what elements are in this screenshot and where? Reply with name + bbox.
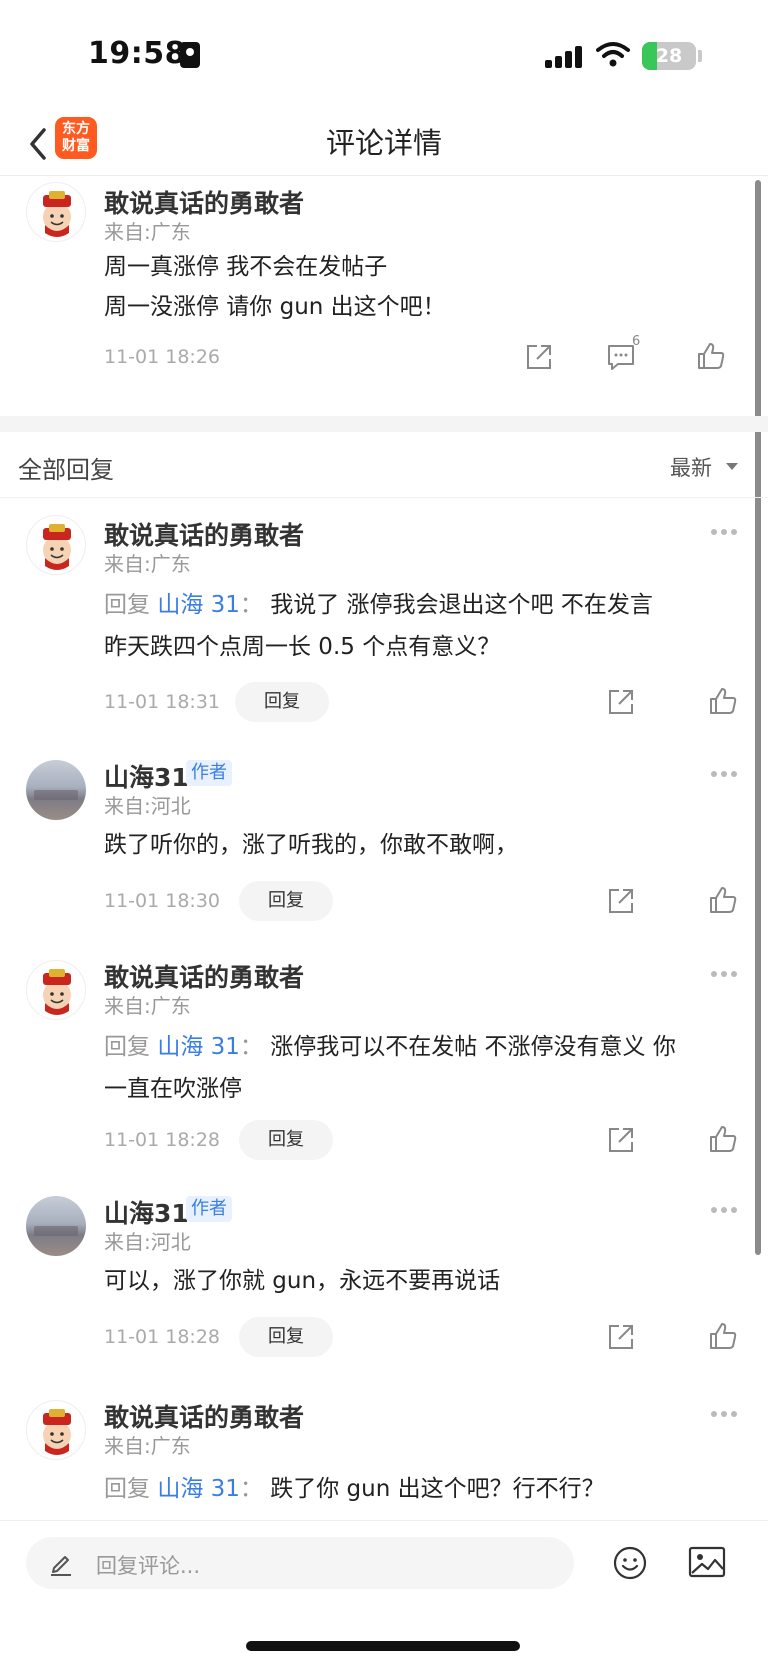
- reply-item: 敢说真话的勇敢者 来自:广东 回复 山海 31： 涨停我可以不在发帖 不涨停没有…: [0, 928, 768, 1164]
- all-replies-title: 全部回复: [18, 456, 114, 484]
- emoji-icon[interactable]: [612, 1545, 648, 1581]
- reply-time: 11-01 18:28: [104, 1129, 221, 1151]
- share-icon[interactable]: [606, 687, 636, 717]
- reply-colon: ：: [239, 1476, 263, 1502]
- reply-colon: ：: [239, 592, 263, 618]
- section-divider: [0, 416, 768, 432]
- username[interactable]: 敢说真话的勇敢者: [104, 184, 304, 220]
- avatar[interactable]: [26, 515, 86, 575]
- reply-line: 回复 山海 31： 跌了你 gun 出这个吧？行不行？: [104, 1468, 605, 1510]
- share-icon[interactable]: [606, 886, 636, 916]
- username[interactable]: 敢说真话的勇敢者: [104, 1398, 304, 1434]
- author-badge: 作者: [186, 760, 232, 786]
- main-comment: 敢说真话的勇敢者 来自:广东 周一真涨停 我不会在发帖子 周一没涨停 请你 gu…: [0, 176, 768, 416]
- user-location: 来自:河北: [104, 794, 191, 818]
- reply-button[interactable]: 回复: [239, 1120, 333, 1160]
- user-location: 来自:广东: [104, 994, 191, 1018]
- comment-time: 11-01 18:26: [104, 346, 221, 368]
- more-options-icon[interactable]: [710, 528, 738, 536]
- sort-dropdown[interactable]: 最新: [670, 452, 712, 482]
- reply-button[interactable]: 回复: [235, 682, 329, 722]
- like-icon[interactable]: [708, 686, 738, 716]
- more-options-icon[interactable]: [710, 1410, 738, 1418]
- like-icon[interactable]: [696, 341, 726, 371]
- reply-prefix: 回复: [104, 592, 150, 618]
- username[interactable]: 山海31: [104, 758, 189, 794]
- share-icon[interactable]: [606, 1322, 636, 1352]
- image-icon[interactable]: [688, 1545, 726, 1579]
- like-icon[interactable]: [708, 1124, 738, 1154]
- reply-line: 昨天跌四个点周一长 0.5 个点有意义？: [104, 634, 501, 660]
- reply-text: 跌了听你的，涨了听我的，你敢不敢啊，: [104, 832, 518, 858]
- fortune-god-icon: [43, 191, 71, 237]
- fortune-god-icon: [43, 969, 71, 1015]
- reply-item: 山海31 作者 来自:河北 跌了听你的，涨了听我的，你敢不敢啊， 11-01 1…: [0, 728, 768, 928]
- reply-to-user[interactable]: 山海 31: [157, 1034, 240, 1060]
- reply-item: 敢说真话的勇敢者 来自:广东 回复 山海 31： 我说了 涨停我会退出这个吧 不…: [0, 498, 768, 728]
- battery-percent: 28: [655, 45, 683, 67]
- avatar[interactable]: [26, 1400, 86, 1460]
- reply-line: 一直在吹涨停: [104, 1076, 242, 1102]
- status-bar: 19:58 28: [0, 0, 768, 110]
- more-options-icon[interactable]: [710, 1206, 738, 1214]
- reply-to-user[interactable]: 山海 31: [157, 592, 240, 618]
- reply-time: 11-01 18:28: [104, 1326, 221, 1348]
- wifi-icon: [596, 42, 630, 67]
- avatar[interactable]: [26, 760, 86, 820]
- battery-cap: [698, 50, 702, 62]
- reply-colon: ：: [239, 1034, 263, 1060]
- username[interactable]: 敢说真话的勇敢者: [104, 958, 304, 994]
- fortune-god-icon: [43, 524, 71, 570]
- page-title: 评论详情: [325, 126, 442, 160]
- pencil-icon: [51, 1556, 71, 1576]
- comment-line: 周一真涨停 我不会在发帖子: [104, 254, 388, 280]
- reply-text: 涨停我可以不在发帖 不涨停没有意义 你: [270, 1034, 676, 1060]
- like-icon[interactable]: [708, 1321, 738, 1351]
- replies-header: 全部回复 最新: [0, 432, 768, 498]
- reply-text: 我说了 涨停我会退出这个吧 不在发言: [270, 592, 653, 618]
- comment-count: 6: [632, 334, 641, 349]
- battery-icon: 28: [642, 42, 696, 70]
- avatar[interactable]: [26, 1196, 86, 1256]
- fortune-god-icon: [43, 1409, 71, 1455]
- contact-card-icon: [180, 42, 200, 68]
- reply-button[interactable]: 回复: [239, 881, 333, 921]
- share-icon[interactable]: [606, 1125, 636, 1155]
- reply-item: 敢说真话的勇敢者 来自:广东 回复 山海 31： 跌了你 gun 出这个吧？行不…: [0, 1364, 768, 1520]
- reply-line: 回复 山海 31： 涨停我可以不在发帖 不涨停没有意义 你: [104, 1026, 676, 1068]
- username[interactable]: 山海31: [104, 1194, 189, 1230]
- home-indicator[interactable]: [246, 1641, 520, 1651]
- username[interactable]: 敢说真话的勇敢者: [104, 516, 304, 552]
- like-icon[interactable]: [708, 885, 738, 915]
- bottom-bar: 回复评论...: [0, 1520, 768, 1669]
- share-icon[interactable]: [524, 342, 554, 372]
- more-options-icon[interactable]: [710, 770, 738, 778]
- reply-time: 11-01 18:31: [104, 691, 221, 713]
- user-location: 来自:广东: [104, 220, 191, 244]
- reply-text: 跌了你 gun 出这个吧？行不行？: [270, 1476, 605, 1502]
- user-location: 来自:广东: [104, 552, 191, 576]
- reply-line: 回复 山海 31： 我说了 涨停我会退出这个吧 不在发言: [104, 584, 653, 626]
- avatar[interactable]: [26, 182, 86, 242]
- nav-bar: 东方 财富 评论详情: [0, 110, 768, 176]
- reply-input[interactable]: 回复评论...: [26, 1537, 574, 1589]
- reply-prefix: 回复: [104, 1034, 150, 1060]
- user-location: 来自:广东: [104, 1434, 191, 1458]
- user-location: 来自:河北: [104, 1230, 191, 1254]
- avatar[interactable]: [26, 960, 86, 1020]
- status-time: 19:58: [88, 36, 186, 71]
- comment-line: 周一没涨停 请你 gun 出这个吧！: [104, 294, 446, 320]
- reply-text: 可以，涨了你就 gun，永远不要再说话: [104, 1268, 501, 1294]
- cellular-signal-icon: [545, 46, 585, 68]
- reply-to-user[interactable]: 山海 31: [157, 1476, 240, 1502]
- more-options-icon[interactable]: [710, 970, 738, 978]
- reply-time: 11-01 18:30: [104, 890, 221, 912]
- reply-button[interactable]: 回复: [239, 1317, 333, 1357]
- caret-down-icon[interactable]: [726, 463, 738, 470]
- reply-prefix: 回复: [104, 1476, 150, 1502]
- reply-input-placeholder: 回复评论...: [96, 1554, 201, 1578]
- author-badge: 作者: [186, 1196, 232, 1222]
- reply-item: 山海31 作者 来自:河北 可以，涨了你就 gun，永远不要再说话 11-01 …: [0, 1164, 768, 1364]
